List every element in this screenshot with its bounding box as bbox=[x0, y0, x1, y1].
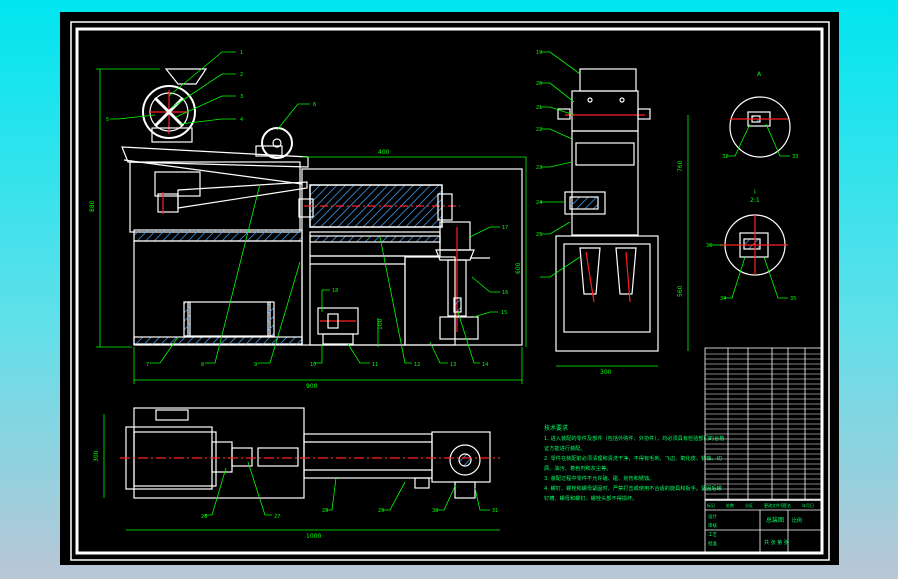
tech-requirement-line: 2. 零件在装配前必须清理和清洗干净，不得有毛刺、飞边、氧化皮、锈蚀、切 bbox=[544, 454, 722, 462]
part-number-label: 14 bbox=[482, 362, 488, 368]
part-number-label: 31 bbox=[492, 508, 498, 514]
tech-requirement-line: 4. 螺钉、螺栓和螺母紧固时，严禁打击或使用不合适的旋具和扳手。紧固后螺 bbox=[544, 484, 722, 492]
title-block-footer-label: 工艺 bbox=[708, 532, 717, 538]
outer-border bbox=[70, 21, 830, 561]
part-number-label: 36 bbox=[706, 243, 712, 249]
detail-b bbox=[720, 214, 788, 276]
title-block-footer-label: 设计 bbox=[708, 513, 717, 520]
title-block-row-label: 更改文件号 bbox=[764, 502, 784, 508]
section-b-scale: 2:1 bbox=[750, 197, 760, 204]
part-number-label: 28 bbox=[322, 508, 328, 514]
part-number-label: 27 bbox=[274, 514, 280, 520]
dim-side-height: 760 bbox=[677, 160, 684, 172]
title-block-sheet: 共 张 第 张 bbox=[764, 539, 789, 546]
part-number-label: 2 bbox=[240, 72, 243, 78]
part-number-label: 22 bbox=[536, 127, 542, 133]
part-number-label: 23 bbox=[536, 165, 542, 171]
tech-requirement-line: 屑、油污、着色剂和灰尘等。 bbox=[544, 464, 611, 472]
part-number-label: 26 bbox=[201, 514, 207, 520]
part-number-label: 25 bbox=[536, 232, 542, 238]
plan-drum bbox=[303, 433, 433, 479]
section-a-label: A bbox=[757, 71, 762, 78]
part-number-label: 34 bbox=[720, 296, 726, 302]
drawing-sheet: 880 400 600 900 100 760 560 300 A I 2:1 … bbox=[60, 12, 839, 565]
title-block bbox=[704, 347, 822, 554]
tech-requirement-line: 3. 装配过程中零件不允许磕、碰、划伤和锈蚀。 bbox=[544, 474, 654, 482]
part-number-label: 13 bbox=[450, 362, 456, 368]
dim-top-width: 400 bbox=[378, 149, 390, 156]
plan-view bbox=[120, 407, 500, 499]
plan-dimensions bbox=[103, 414, 500, 531]
dim-side-lower: 560 bbox=[677, 285, 684, 297]
part-number-label: 29 bbox=[378, 508, 384, 514]
tech-requirement-line: 证方能进行装配。 bbox=[544, 444, 586, 452]
part-number-label: 21 bbox=[536, 105, 542, 111]
dim-overall-height: 880 bbox=[89, 200, 96, 212]
side-view bbox=[555, 68, 659, 352]
tech-requirement-line: 1. 进入装配的零件及部件（包括外购件、外协件），均必须具有检验部门的合格 bbox=[544, 434, 725, 442]
dim-right-height: 600 bbox=[515, 262, 522, 274]
part-number-label: 17 bbox=[502, 225, 508, 231]
part-number-label: 7 bbox=[146, 362, 149, 368]
part-number-label: 18 bbox=[332, 288, 338, 294]
part-number-label: 9 bbox=[254, 362, 257, 368]
plan-dim-text: 300 1000 bbox=[93, 450, 321, 540]
title-block-row-label: 分区 bbox=[745, 502, 753, 508]
part-number-label: 12 bbox=[414, 362, 420, 368]
detail-leaders bbox=[710, 123, 790, 299]
tech-requirements: 技术要求 1. 进入装配的零件及部件（包括外购件、外协件），均必须具有检验部门的… bbox=[544, 424, 725, 502]
part-number-label: 24 bbox=[536, 200, 542, 206]
title-block-scale: 比例 bbox=[792, 517, 802, 524]
part-number-label: 11 bbox=[372, 362, 378, 368]
tech-requirement-line: 钉槽、螺母和螺钉、螺栓头部不得损坏。 bbox=[544, 494, 637, 502]
part-number-label: 33 bbox=[792, 154, 798, 160]
tech-title: 技术要求 bbox=[544, 424, 568, 432]
dim-bottom-width: 900 bbox=[306, 383, 318, 390]
part-number-label: 20 bbox=[536, 81, 542, 87]
dim-plan-height: 300 bbox=[93, 450, 100, 462]
dim-plan-width: 1000 bbox=[306, 533, 321, 540]
title-block-row-label: 标记 bbox=[707, 502, 715, 508]
part-number-label: 6 bbox=[313, 102, 316, 108]
dim-side-width: 300 bbox=[600, 369, 612, 376]
detail-labels: A I 2:1 bbox=[750, 71, 762, 204]
part-number-label: 32 bbox=[722, 154, 728, 160]
part-number-label: 8 bbox=[201, 362, 204, 368]
part-number-label: 5 bbox=[106, 117, 109, 123]
part-number-label: 4 bbox=[240, 117, 243, 123]
title-block-row-label: 处数 bbox=[726, 502, 734, 508]
side-dimensions bbox=[540, 51, 689, 367]
part-number-label: 16 bbox=[502, 290, 508, 296]
part-number-label: 35 bbox=[790, 296, 796, 302]
title-block-row-label: 年月日 bbox=[802, 502, 814, 508]
dim-small-gap: 100 bbox=[377, 318, 384, 330]
side-dim-text: 760 560 300 bbox=[600, 160, 684, 376]
title-block-footer-label: 批准 bbox=[708, 540, 717, 547]
part-number-label: 30 bbox=[432, 508, 438, 514]
section-b-label: I bbox=[754, 189, 756, 196]
title-block-name: 总装图 bbox=[766, 516, 784, 524]
title-block-text: 总装图 比例 共 张 第 张 设计审核工艺批准 标记 处数 分区 更改文件号 签名 年月日 bbox=[707, 502, 814, 547]
inner-border bbox=[75, 27, 824, 555]
part-number-label: 15 bbox=[501, 310, 507, 316]
title-block-row-label: 签名 bbox=[783, 502, 791, 508]
title-block-footer-label: 审核 bbox=[708, 522, 717, 529]
part-number-label: 10 bbox=[310, 362, 316, 368]
part-number-label: 19 bbox=[536, 50, 542, 56]
motor-pulley bbox=[261, 127, 293, 159]
part-number-label: 1 bbox=[240, 50, 243, 56]
part-number-label: 3 bbox=[240, 94, 243, 100]
